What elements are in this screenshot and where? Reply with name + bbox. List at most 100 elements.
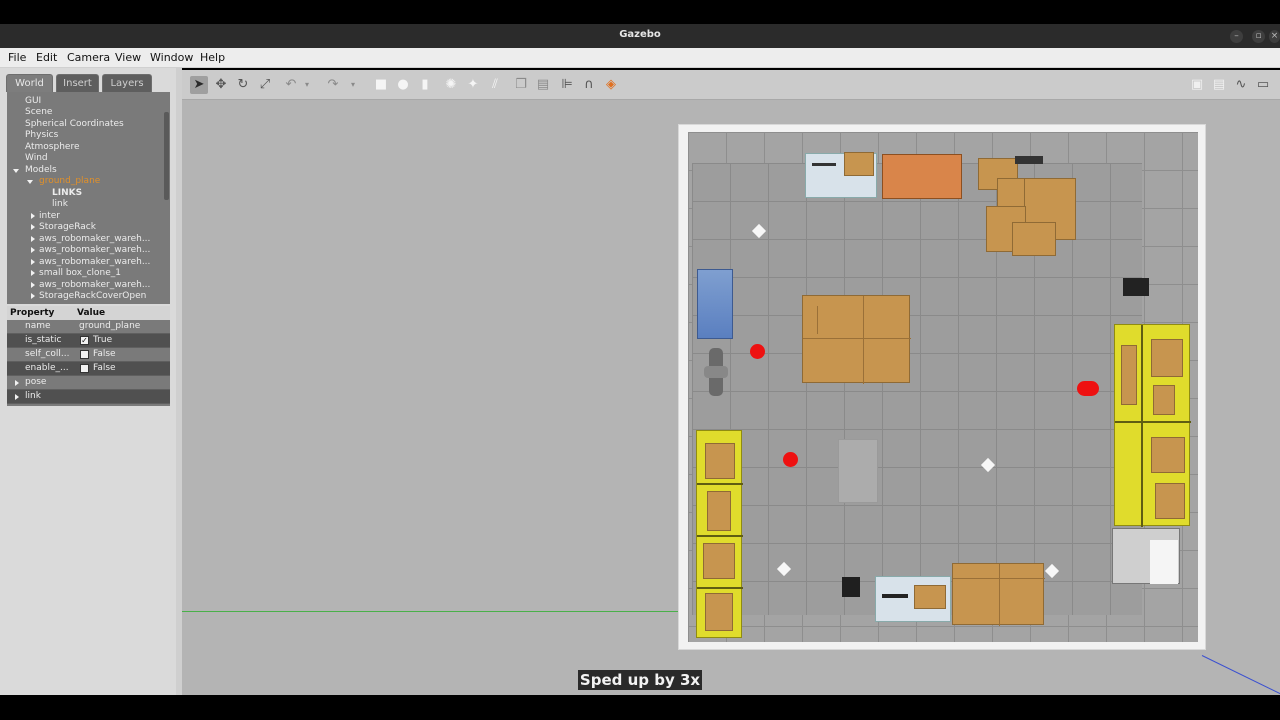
expand-right-icon[interactable] (31, 213, 35, 219)
scale-mode-icon[interactable]: ⤢ (256, 76, 274, 94)
screenshot-icon[interactable]: ▣ (1188, 76, 1206, 94)
menu-bar: File Edit Camera View Window Help (0, 48, 1280, 68)
property-value[interactable]: ground_plane (79, 320, 140, 333)
property-key: link (25, 391, 41, 401)
machine-panel (1150, 540, 1178, 584)
robot-wheels (704, 366, 728, 378)
tree-item-atmosphere[interactable]: Atmosphere (25, 142, 79, 153)
checkbox-checked[interactable]: ✓ (80, 336, 89, 345)
tree-item-spherical-coordinates[interactable]: Spherical Coordinates (25, 119, 124, 130)
tab-layers[interactable]: Layers (102, 74, 152, 92)
tree-item-model[interactable]: aws_robomaker_wareh... (39, 257, 150, 268)
expand-right-icon[interactable] (15, 394, 19, 400)
orange-crate (882, 154, 962, 199)
object-on-table (812, 163, 836, 166)
expand-right-icon[interactable] (31, 270, 35, 276)
directional-light-icon[interactable]: ⫽ (486, 76, 504, 94)
red-goal-marker (783, 452, 798, 467)
expand-right-icon[interactable] (31, 224, 35, 230)
expand-right-icon[interactable] (15, 380, 19, 386)
property-value: False (93, 363, 116, 373)
expand-right-icon[interactable] (31, 282, 35, 288)
close-button[interactable]: × (1269, 30, 1280, 43)
redo-icon[interactable]: ↷ (324, 76, 342, 94)
property-value: False (93, 349, 116, 359)
tree-item-model[interactable]: aws_robomaker_wareh... (39, 245, 150, 256)
video-record-icon[interactable]: ▭ (1254, 76, 1272, 94)
speed-caption: Sped up by 3x (577, 670, 703, 690)
spot-light-icon[interactable]: ✦ (464, 76, 482, 94)
tree-item-models[interactable]: Models (25, 165, 57, 176)
menu-help[interactable]: Help (200, 51, 225, 64)
translate-mode-icon[interactable]: ✥ (212, 76, 230, 94)
property-row-enable-wind: enable_... False (7, 362, 170, 376)
tree-item-physics[interactable]: Physics (25, 130, 58, 141)
menu-window[interactable]: Window (150, 51, 193, 64)
tree-item-link[interactable]: link (52, 199, 68, 210)
property-table-header: Property Value (7, 306, 170, 320)
minimize-button[interactable]: – (1230, 30, 1243, 43)
change-view-icon[interactable]: ◈ (602, 76, 620, 94)
property-key: name (25, 321, 51, 331)
cardboard-box (844, 152, 874, 176)
tree-item-gui[interactable]: GUI (25, 96, 41, 107)
expand-right-icon[interactable] (31, 293, 35, 299)
tree-item-model[interactable]: aws_robomaker_wareh... (39, 280, 150, 291)
align-icon[interactable]: ⊫ (558, 76, 576, 94)
expand-right-icon[interactable] (31, 247, 35, 253)
red-goal-marker (750, 344, 765, 359)
maximize-button[interactable]: ▫ (1252, 30, 1265, 43)
tree-item-scene[interactable]: Scene (25, 107, 52, 118)
rotate-mode-icon[interactable]: ↻ (234, 76, 252, 94)
checkbox-unchecked[interactable] (80, 364, 89, 373)
property-row-link[interactable]: link (7, 390, 170, 404)
tree-scrollbar[interactable] (164, 112, 169, 200)
property-key: self_coll... (25, 349, 70, 359)
checkbox-unchecked[interactable] (80, 350, 89, 359)
menu-camera[interactable]: Camera (67, 51, 110, 64)
box-shape-icon[interactable]: ■ (372, 76, 390, 94)
log-icon[interactable]: ▤ (1210, 76, 1228, 94)
tree-item-model[interactable]: StorageRackCoverOpen (39, 291, 146, 302)
snap-icon[interactable]: ∩ (580, 76, 598, 94)
window-titlebar: Gazebo – ▫ × (0, 24, 1280, 48)
undo-history-icon[interactable]: ▾ (298, 76, 316, 94)
tree-item-selected-model[interactable]: ground_plane (39, 176, 100, 187)
copy-icon[interactable]: ❐ (512, 76, 530, 94)
plot-icon[interactable]: ∿ (1232, 76, 1250, 94)
video-caption: Sped up by 3x (0, 670, 1280, 690)
expand-down-icon[interactable] (27, 180, 33, 184)
menu-view[interactable]: View (115, 51, 141, 64)
scene-viewport[interactable] (182, 100, 1280, 695)
cylinder-shape-icon[interactable]: ▮ (416, 76, 434, 94)
menu-file[interactable]: File (8, 51, 26, 64)
column-value: Value (77, 308, 106, 318)
cardboard-box (1012, 222, 1056, 256)
expand-down-icon[interactable] (13, 169, 19, 173)
paste-icon[interactable]: ▤ (534, 76, 552, 94)
point-light-icon[interactable]: ✺ (442, 76, 460, 94)
expand-right-icon[interactable] (31, 259, 35, 265)
sphere-shape-icon[interactable]: ● (394, 76, 412, 94)
storage-rack (1114, 324, 1191, 527)
menu-edit[interactable]: Edit (36, 51, 57, 64)
left-panel: World Insert Layers GUI Scene Spherical … (0, 68, 180, 695)
property-table: Property Value name ground_plane is_stat… (7, 306, 170, 406)
redo-history-icon[interactable]: ▾ (344, 76, 362, 94)
tree-item-model[interactable]: inter (39, 211, 60, 222)
tab-world[interactable]: World (6, 74, 53, 92)
world-tree: GUI Scene Spherical Coordinates Physics … (7, 92, 170, 304)
dark-object (1123, 278, 1149, 296)
tab-insert[interactable]: Insert (56, 74, 99, 92)
tree-item-wind[interactable]: Wind (25, 153, 48, 164)
property-row-pose[interactable]: pose (7, 376, 170, 390)
tree-item-model[interactable]: aws_robomaker_wareh... (39, 234, 150, 245)
object-on-table (882, 594, 908, 598)
red-goal-marker (1077, 381, 1099, 396)
tree-item-model[interactable]: small box_clone_1 (39, 268, 121, 279)
storage-rack (696, 430, 743, 638)
tree-item-model[interactable]: StorageRack (39, 222, 96, 233)
select-mode-icon[interactable]: ➤ (190, 76, 208, 94)
expand-right-icon[interactable] (31, 236, 35, 242)
dark-bin (842, 577, 860, 597)
